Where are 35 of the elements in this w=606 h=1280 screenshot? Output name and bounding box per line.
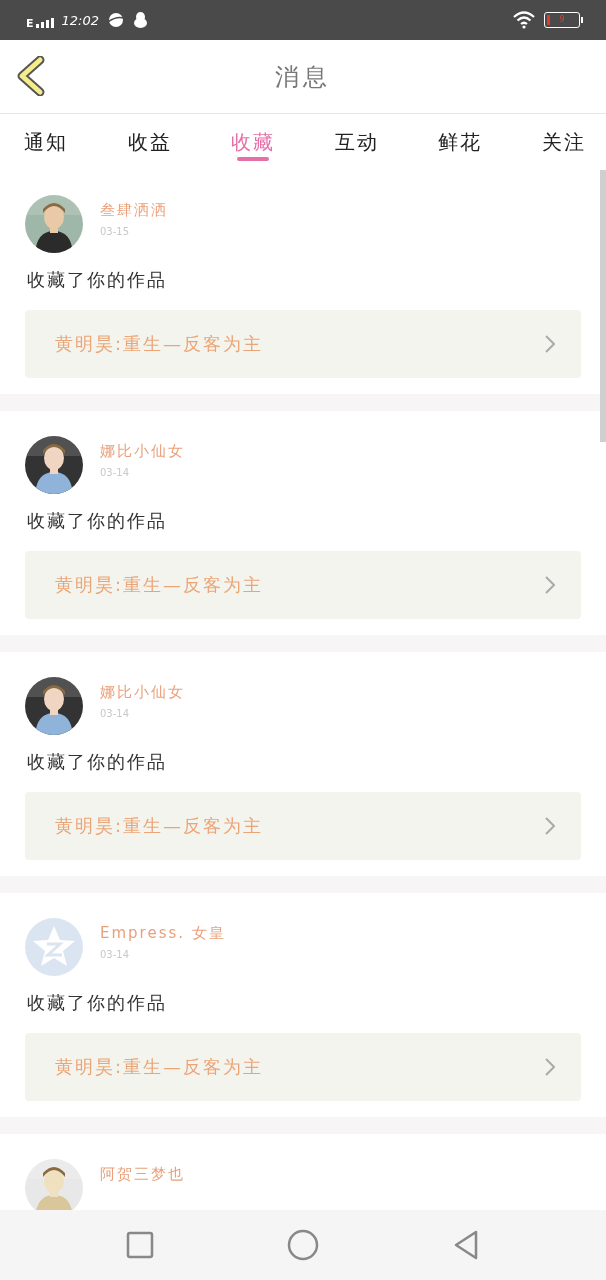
planet-icon bbox=[107, 12, 125, 28]
page-title: 消息 bbox=[275, 61, 331, 93]
chevron-icon bbox=[545, 335, 555, 353]
status-time: 12:02 bbox=[61, 12, 99, 28]
message-text: 收藏了你的作品 bbox=[27, 509, 168, 533]
tab[interactable]: 鲜花 bbox=[428, 114, 493, 170]
message-text: 收藏了你的作品 bbox=[27, 991, 168, 1015]
chevron-icon bbox=[545, 1058, 555, 1076]
network-type: E bbox=[26, 17, 34, 30]
tab[interactable]: 互动 bbox=[324, 114, 389, 170]
user-name[interactable]: 娜比小仙女 bbox=[100, 442, 185, 461]
tab[interactable]: 收藏 bbox=[221, 114, 286, 170]
default-avatar-icon bbox=[25, 918, 83, 976]
chevron-icon bbox=[545, 576, 555, 594]
user-name[interactable]: 叁肆洒洒 bbox=[100, 201, 168, 220]
user-name[interactable]: 阿贺三梦也 bbox=[100, 1165, 185, 1184]
user-name[interactable]: Empress. 女皇 bbox=[100, 924, 226, 943]
signal-icon bbox=[35, 18, 54, 28]
wifi-icon bbox=[512, 11, 536, 29]
tab[interactable]: 收益 bbox=[117, 114, 182, 170]
chevron-icon bbox=[545, 817, 555, 835]
work-link[interactable]: 黄明昊:重生—反客为主 bbox=[25, 551, 581, 619]
user-name[interactable]: 娜比小仙女 bbox=[100, 683, 185, 702]
message-text: 收藏了你的作品 bbox=[27, 268, 168, 292]
tab[interactable]: 通知 bbox=[14, 114, 78, 170]
tab[interactable]: 关注 bbox=[531, 114, 596, 170]
message-text: 收藏了你的作品 bbox=[27, 750, 168, 774]
work-link[interactable]: 黄明昊:重生—反客为主 bbox=[25, 310, 581, 378]
home-icon[interactable] bbox=[287, 1229, 319, 1261]
recents-icon[interactable] bbox=[126, 1231, 155, 1259]
work-link[interactable]: 黄明昊:重生—反客为主 bbox=[25, 1033, 581, 1101]
work-link[interactable]: 黄明昊:重生—反客为主 bbox=[25, 792, 581, 860]
penguin-icon bbox=[133, 11, 148, 29]
scrollbar[interactable] bbox=[600, 170, 606, 442]
battery-icon: 9 bbox=[544, 12, 580, 28]
